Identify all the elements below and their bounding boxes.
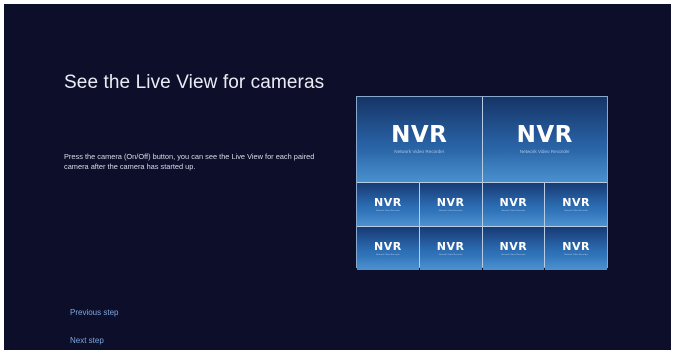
camera-tile: NVR Network Video Recorder xyxy=(545,183,607,226)
nvr-logo-subtitle: Network Video Recorder xyxy=(501,253,526,256)
instruction-text: Press the camera (On/Off) button, you ca… xyxy=(64,152,315,171)
nvr-logo: NVR xyxy=(499,239,528,253)
nvr-logo-subtitle: Network Video Recorder xyxy=(564,209,589,212)
camera-tile: NVR Network Video Recorder xyxy=(545,227,607,270)
previous-step-link[interactable]: Previous step xyxy=(70,308,118,317)
live-view-illustration: NVR Network Video Recorder NVR Network V… xyxy=(356,96,608,270)
nvr-logo: NVR xyxy=(562,195,590,209)
camera-tile: NVR Network Video Recorder xyxy=(357,97,482,182)
camera-tile: NVR Network Video Recorder xyxy=(482,227,545,270)
nvr-logo: NVR xyxy=(499,195,528,209)
nvr-logo-subtitle: Network Video Recorder xyxy=(375,209,400,212)
nvr-logo-subtitle: Network Video Recorder xyxy=(501,209,526,212)
nvr-logo-subtitle: Network Video Recorder xyxy=(394,149,445,155)
nvr-logo-subtitle: Network Video Recorder xyxy=(519,149,570,155)
nvr-logo: NVR xyxy=(562,239,590,253)
nvr-logo-subtitle: Network Video Recorder xyxy=(438,209,463,212)
nvr-logo: NVR xyxy=(391,122,448,149)
camera-tile: NVR Network Video Recorder xyxy=(357,183,419,226)
nvr-logo: NVR xyxy=(374,239,402,253)
camera-tile: NVR Network Video Recorder xyxy=(419,183,482,226)
nvr-logo: NVR xyxy=(374,195,402,209)
camera-tile: NVR Network Video Recorder xyxy=(419,227,482,270)
camera-tile: NVR Network Video Recorder xyxy=(482,97,607,182)
nvr-logo: NVR xyxy=(436,195,465,209)
camera-tile: NVR Network Video Recorder xyxy=(357,227,419,270)
tutorial-screen: See the Live View for cameras Press the … xyxy=(4,4,671,350)
nvr-logo: NVR xyxy=(436,239,465,253)
next-step-link[interactable]: Next step xyxy=(70,336,104,345)
camera-tile: NVR Network Video Recorder xyxy=(482,183,545,226)
nvr-logo-subtitle: Network Video Recorder xyxy=(438,253,463,256)
page-title: See the Live View for cameras xyxy=(64,72,325,93)
nvr-logo: NVR xyxy=(516,122,573,149)
nvr-logo-subtitle: Network Video Recorder xyxy=(375,253,400,256)
nvr-logo-subtitle: Network Video Recorder xyxy=(564,253,589,256)
